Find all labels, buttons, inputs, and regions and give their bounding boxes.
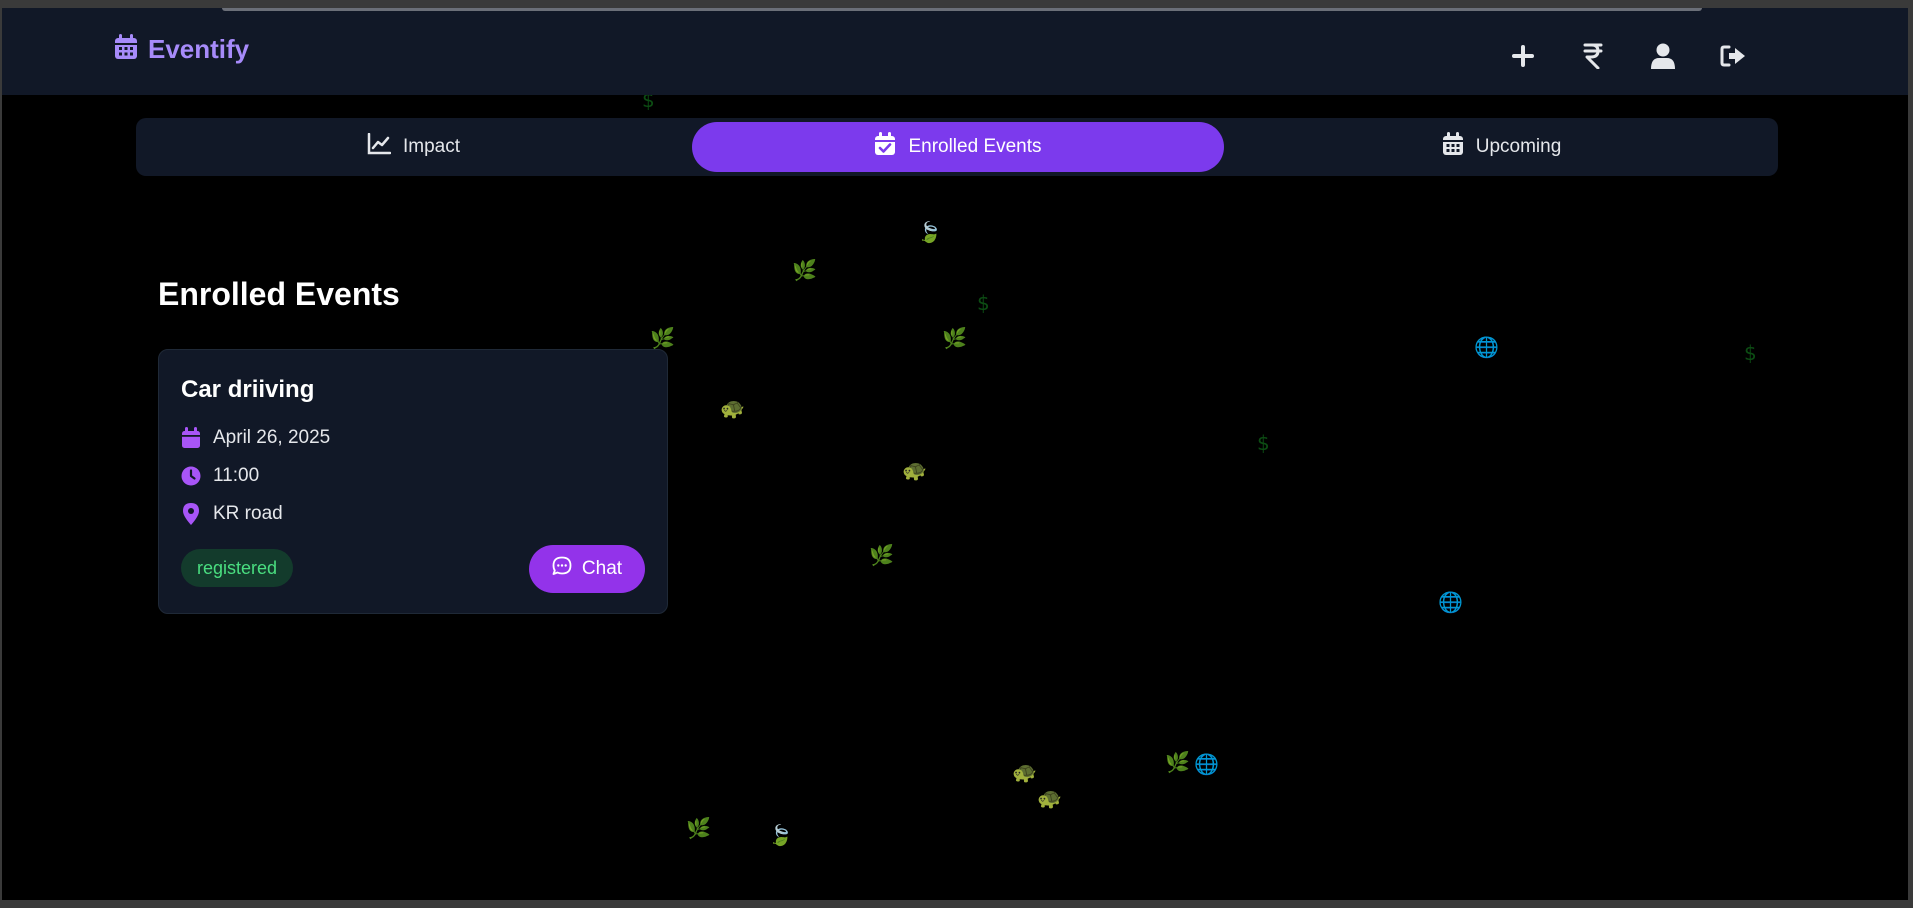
chart-line-icon: [367, 132, 392, 161]
user-icon: [1651, 43, 1675, 69]
dollar-decoration-icon: $: [1257, 431, 1270, 455]
turtle-decoration-icon: 🐢: [1037, 786, 1062, 810]
plant-decoration-icon: 🌿: [1165, 750, 1190, 774]
plant-decoration-icon: 🌿: [869, 543, 894, 567]
brand-name: Eventify: [148, 34, 250, 64]
tab-impact-label: Impact: [402, 136, 461, 157]
event-date: April 26, 2025: [213, 427, 331, 448]
clock-icon: [181, 466, 201, 486]
plant-decoration-icon: 🌿: [650, 326, 675, 350]
nav-actions: [1488, 39, 1768, 73]
page-title: Enrolled Events: [158, 276, 400, 312]
turtle-decoration-icon: 🐢: [1012, 760, 1037, 784]
turtle-decoration-icon: 🐢: [720, 396, 745, 420]
plus-icon: [1511, 44, 1535, 68]
logout-button[interactable]: [1698, 39, 1768, 73]
map-pin-icon: [181, 503, 201, 525]
chat-bubble-icon: [552, 556, 572, 582]
tab-enrolled-events-label: Enrolled Events: [908, 136, 1042, 157]
app-window: $ $ 🌿 🍃 🌿 $ 🌿 🌿 🌐 $ 🐢 $ 🐢 🌿 🌐 🐢 🐢 🌿 🌐 🌿 …: [2, 8, 1908, 900]
event-location-row: KR road: [181, 503, 283, 525]
event-date-row: April 26, 2025: [181, 427, 330, 449]
turtle-decoration-icon: 🐢: [902, 458, 927, 482]
dollar-decoration-icon: $: [1744, 341, 1757, 365]
status-badge: registered: [181, 549, 294, 587]
tab-upcoming-label: Upcoming: [1475, 136, 1562, 157]
dollar-decoration-icon: $: [977, 291, 990, 315]
calendar-icon: [1442, 132, 1464, 162]
calendar-icon: [114, 34, 138, 65]
leaf-decoration-icon: 🍃: [917, 220, 942, 244]
plant-decoration-icon: 🌿: [686, 816, 711, 840]
logout-icon: [1720, 44, 1746, 68]
globe-decoration-icon: 🌐: [1474, 335, 1499, 359]
calendar-icon: [181, 427, 201, 449]
plant-decoration-icon: 🌿: [792, 258, 817, 282]
calendar-check-icon: [874, 132, 896, 162]
event-time: 11:00: [213, 465, 260, 486]
create-event-button[interactable]: [1488, 39, 1558, 73]
rupee-icon: [1583, 43, 1603, 69]
tab-enrolled-events[interactable]: Enrolled Events: [692, 122, 1224, 172]
leaf-decoration-icon: 🍃: [768, 823, 793, 847]
event-location: KR road: [213, 503, 283, 524]
chat-button[interactable]: Chat: [529, 545, 645, 593]
brand-logo[interactable]: Eventify: [114, 34, 249, 65]
dashboard-tabs: Impact Enrolled Events Upcoming: [136, 118, 1778, 176]
profile-button[interactable]: [1628, 39, 1698, 73]
top-navbar: Eventify: [2, 8, 1908, 95]
tab-upcoming[interactable]: Upcoming: [1225, 122, 1778, 172]
event-time-row: 11:00: [181, 465, 259, 487]
plant-decoration-icon: 🌿: [942, 326, 967, 350]
chat-button-label: Chat: [581, 558, 623, 579]
window-top-strip: [222, 8, 1702, 11]
globe-decoration-icon: 🌐: [1194, 752, 1219, 776]
tab-impact[interactable]: Impact: [136, 122, 691, 172]
globe-decoration-icon: 🌐: [1438, 590, 1463, 614]
event-card: Car driiving April 26, 2025 11:00 KR roa…: [158, 349, 668, 614]
donate-button[interactable]: [1558, 39, 1628, 73]
event-title: Car driiving: [181, 376, 315, 403]
